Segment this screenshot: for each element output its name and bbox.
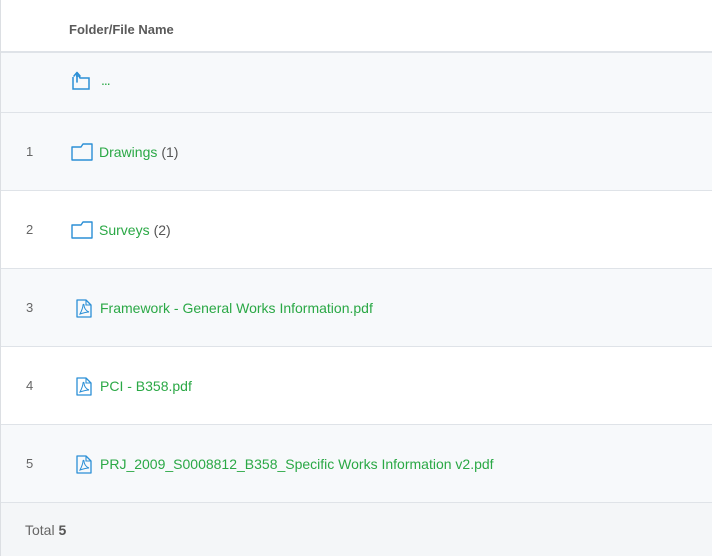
- file-browser-table: Folder/File Name ... 1 Drawings (1) 2 Su…: [0, 0, 712, 556]
- file-link[interactable]: Framework - General Works Information.pd…: [100, 300, 373, 316]
- file-name-cell[interactable]: Framework - General Works Information.pd…: [76, 298, 373, 318]
- total-value: 5: [58, 521, 67, 538]
- file-name-cell[interactable]: PRJ_2009_S0008812_B358_Specific Works In…: [76, 454, 494, 474]
- table-row[interactable]: 5 PRJ_2009_S0008812_B358_Specific Works …: [1, 425, 712, 503]
- file-link[interactable]: PRJ_2009_S0008812_B358_Specific Works In…: [100, 456, 494, 472]
- table-row[interactable]: 1 Drawings (1): [1, 113, 712, 191]
- row-index: 1: [26, 144, 34, 159]
- parent-folder-row[interactable]: ...: [1, 53, 712, 113]
- row-index: 2: [26, 222, 34, 237]
- total-label: Total: [25, 521, 55, 538]
- parent-folder-link[interactable]: ...: [101, 72, 111, 88]
- table-header: Folder/File Name: [1, 0, 712, 53]
- table-row[interactable]: 2 Surveys (2): [1, 191, 712, 269]
- row-index: 4: [26, 378, 34, 393]
- file-name-cell[interactable]: PCI - B358.pdf: [76, 376, 192, 396]
- table-row[interactable]: 3 Framework - General Works Information.…: [1, 269, 712, 347]
- table-row[interactable]: 4 PCI - B358.pdf: [1, 347, 712, 425]
- folder-name-cell[interactable]: Surveys (2): [71, 220, 171, 239]
- folder-item-count: (1): [161, 143, 179, 160]
- column-header-name[interactable]: Folder/File Name: [69, 22, 174, 37]
- parent-folder-cell[interactable]: ...: [71, 71, 111, 90]
- folder-link[interactable]: Drawings: [99, 144, 157, 160]
- row-index: 5: [26, 456, 34, 471]
- folder-item-count: (2): [153, 221, 171, 238]
- pdf-file-icon: [76, 298, 94, 318]
- folder-icon: [71, 220, 93, 239]
- file-link[interactable]: PCI - B358.pdf: [100, 378, 192, 394]
- folder-up-icon[interactable]: [71, 71, 93, 90]
- folder-name-cell[interactable]: Drawings (1): [71, 142, 179, 161]
- folder-link[interactable]: Surveys: [99, 222, 150, 238]
- pdf-file-icon: [76, 376, 94, 396]
- row-index: 3: [26, 300, 34, 315]
- folder-icon: [71, 142, 93, 161]
- total-count: Total 5: [25, 522, 66, 538]
- pdf-file-icon: [76, 454, 94, 474]
- table-footer: Total 5: [1, 502, 712, 556]
